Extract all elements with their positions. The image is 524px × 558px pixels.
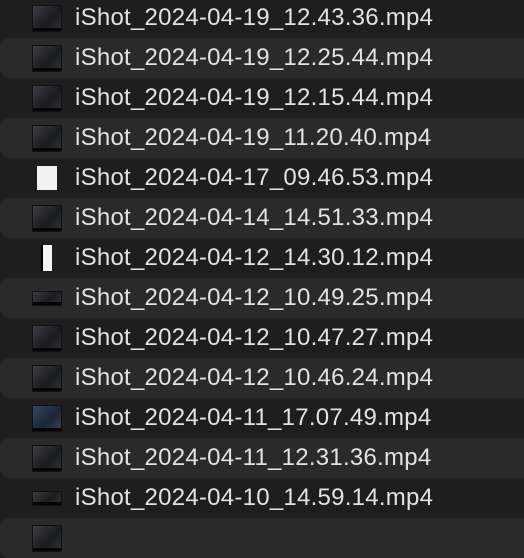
file-name: iShot_2024-04-19_11.20.40.mp4	[75, 124, 432, 151]
video-thumbnail-icon	[31, 282, 63, 314]
file-name: iShot_2024-04-10_14.59.14.mp4	[75, 484, 434, 511]
file-row[interactable]: iShot_2024-04-11_12.31.36.mp4	[0, 438, 524, 478]
file-name: iShot_2024-04-17_09.46.53.mp4	[75, 164, 434, 191]
file-row[interactable]: iShot_2024-04-12_10.49.25.mp4	[0, 278, 524, 318]
file-name: iShot_2024-04-11_17.07.49.mp4	[75, 404, 432, 431]
video-thumbnail-icon	[31, 442, 63, 474]
file-name: iShot_2024-04-19_12.43.36.mp4	[75, 4, 434, 31]
file-name: iShot_2024-04-12_10.49.25.mp4	[75, 284, 434, 311]
file-name: iShot_2024-04-19_12.25.44.mp4	[75, 44, 434, 71]
video-thumbnail-icon	[31, 322, 63, 354]
video-thumbnail-icon	[31, 202, 63, 234]
file-name: iShot_2024-04-14_14.51.33.mp4	[75, 204, 434, 231]
file-row[interactable]: iShot_2024-04-19_12.15.44.mp4	[0, 78, 524, 118]
video-thumbnail-icon	[31, 82, 63, 114]
video-thumbnail-icon	[31, 482, 63, 514]
file-row[interactable]: iShot_2024-04-12_14.30.12.mp4	[0, 238, 524, 278]
file-name: iShot_2024-04-19_12.15.44.mp4	[75, 84, 434, 111]
video-thumbnail-icon	[31, 122, 63, 154]
file-name: iShot_2024-04-12_10.47.27.mp4	[75, 324, 434, 351]
video-thumbnail-icon	[31, 242, 63, 274]
video-thumbnail-icon	[31, 362, 63, 394]
video-thumbnail-icon	[31, 522, 63, 554]
file-row[interactable]	[0, 518, 524, 558]
video-thumbnail-icon	[31, 162, 63, 194]
file-row[interactable]: iShot_2024-04-17_09.46.53.mp4	[0, 158, 524, 198]
file-name: iShot_2024-04-12_10.46.24.mp4	[75, 364, 434, 391]
file-row[interactable]: iShot_2024-04-14_14.51.33.mp4	[0, 198, 524, 238]
file-name: iShot_2024-04-12_14.30.12.mp4	[75, 244, 434, 271]
file-row[interactable]: iShot_2024-04-19_12.43.36.mp4	[0, 0, 524, 38]
file-row[interactable]: iShot_2024-04-19_12.25.44.mp4	[0, 38, 524, 78]
file-name: iShot_2024-04-11_12.31.36.mp4	[75, 444, 432, 471]
file-row[interactable]: iShot_2024-04-12_10.47.27.mp4	[0, 318, 524, 358]
file-row[interactable]: iShot_2024-04-11_17.07.49.mp4	[0, 398, 524, 438]
file-row[interactable]: iShot_2024-04-12_10.46.24.mp4	[0, 358, 524, 398]
video-thumbnail-icon	[31, 2, 63, 34]
video-thumbnail-icon	[31, 42, 63, 74]
file-row[interactable]: iShot_2024-04-19_11.20.40.mp4	[0, 118, 524, 158]
file-row[interactable]: iShot_2024-04-10_14.59.14.mp4	[0, 478, 524, 518]
video-thumbnail-icon	[31, 402, 63, 434]
file-list: iShot_2024-04-19_12.43.36.mp4 iShot_2024-…	[0, 0, 524, 558]
